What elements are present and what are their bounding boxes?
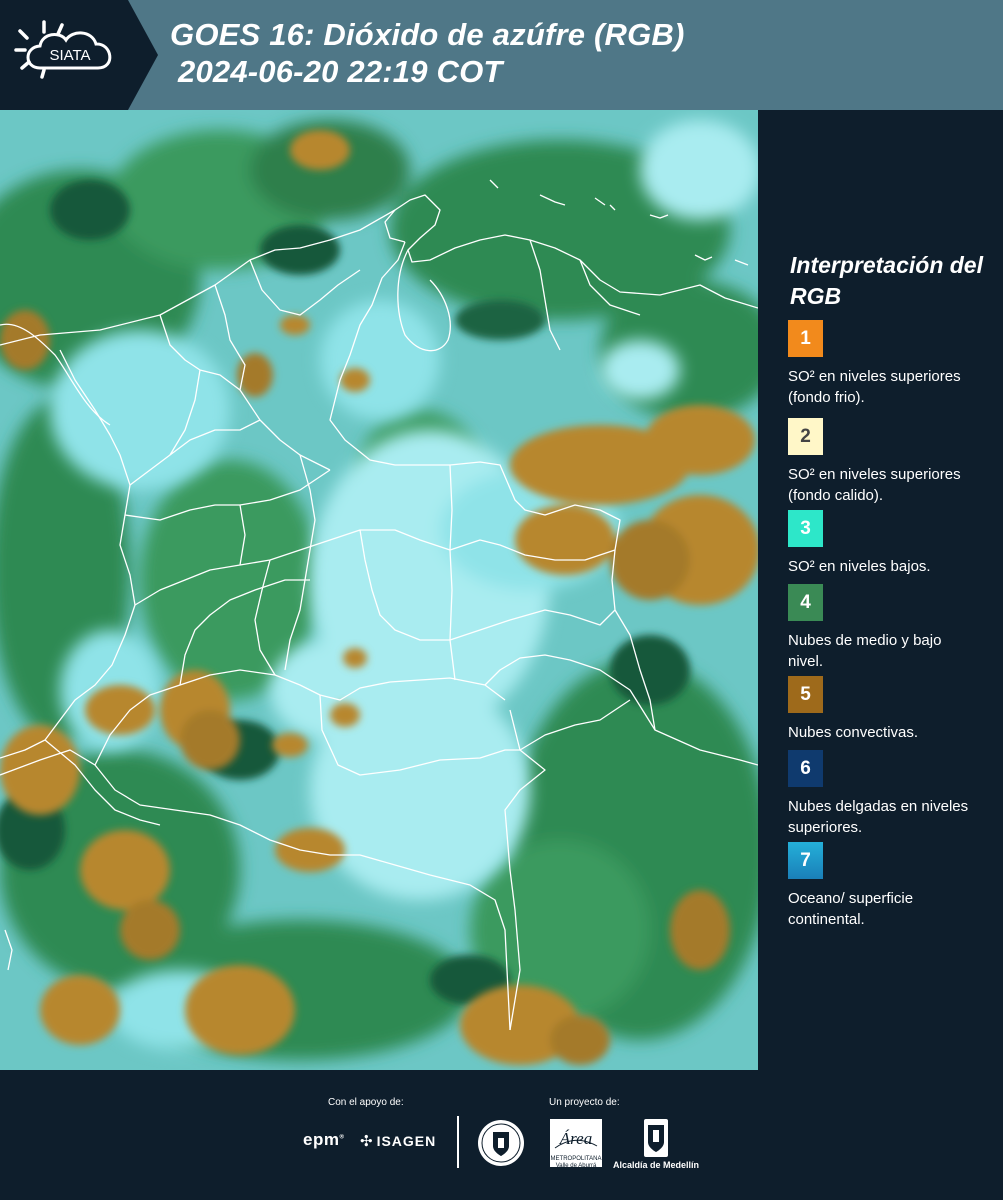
footer-divider [457,1116,459,1168]
page-title: GOES 16: Dióxido de azúfre (RGB) [170,17,685,52]
siata-logo: SIATA [0,0,160,110]
legend-label: SO² en niveles superiores (fondo frio). [788,368,961,406]
legend-swatch: 4 [788,584,823,621]
legend-label: SO² en niveles bajos. [788,558,931,575]
alcaldia-shield-icon [643,1118,669,1163]
legend-label: SO² en niveles superiores (fondo calido)… [788,466,961,504]
medellin-seal-icon [476,1118,526,1173]
legend-swatch: 6 [788,750,823,787]
epm-logo: epm® [303,1130,345,1149]
project-label: Un proyecto de: [549,1097,620,1108]
legend-item-1: 1 SO² en niveles superiores (fondo frio)… [788,320,988,408]
legend-panel: Interpretación del RGB 1 SO² en niveles … [763,110,1003,1070]
area-metropolitana-caption: METROPOLITANA Valle de Aburrá [550,1156,602,1169]
legend-swatch: 7 [788,842,823,879]
satellite-map [0,110,758,1070]
page-timestamp: 2024-06-20 22:19 COT [178,54,503,89]
legend-label: Oceano/ superficie continental. [788,890,914,928]
legend-item-4: 4 Nubes de medio y bajo nivel. [788,584,988,672]
legend-swatch: 1 [788,320,823,357]
legend-title: Interpretación del RGB [790,252,983,309]
svg-text:Área: Área [559,1129,592,1148]
support-label: Con el apoyo de: [328,1097,404,1108]
legend-swatch: 3 [788,510,823,547]
alcaldia-label: Alcaldía de Medellín [613,1160,700,1170]
legend-swatch: 5 [788,676,823,713]
legend-label: Nubes de medio y bajo nivel. [788,632,942,670]
legend-item-3: 3 SO² en niveles bajos. [788,510,988,577]
legend-item-7: 7 Oceano/ superficie continental. [788,842,988,930]
header-bar: SIATA GOES 16: Dióxido de azúfre (RGB) 2… [0,0,1003,110]
legend-item-2: 2 SO² en niveles superiores (fondo calid… [788,418,988,506]
footer: Con el apoyo de: Un proyecto de: epm® ✣ I… [0,1070,1003,1200]
legend-label: Nubes delgadas en niveles superiores. [788,798,969,836]
legend-item-5: 5 Nubes convectivas. [788,676,988,743]
legend-label: Nubes convectivas. [788,724,919,741]
isagen-mark-icon: ✣ [360,1133,374,1150]
svg-text:SIATA: SIATA [49,47,90,64]
isagen-logo: ✣ ISAGEN [360,1133,437,1150]
legend-item-6: 6 Nubes delgadas en niveles superiores. [788,750,988,838]
legend-swatch: 2 [788,418,823,455]
